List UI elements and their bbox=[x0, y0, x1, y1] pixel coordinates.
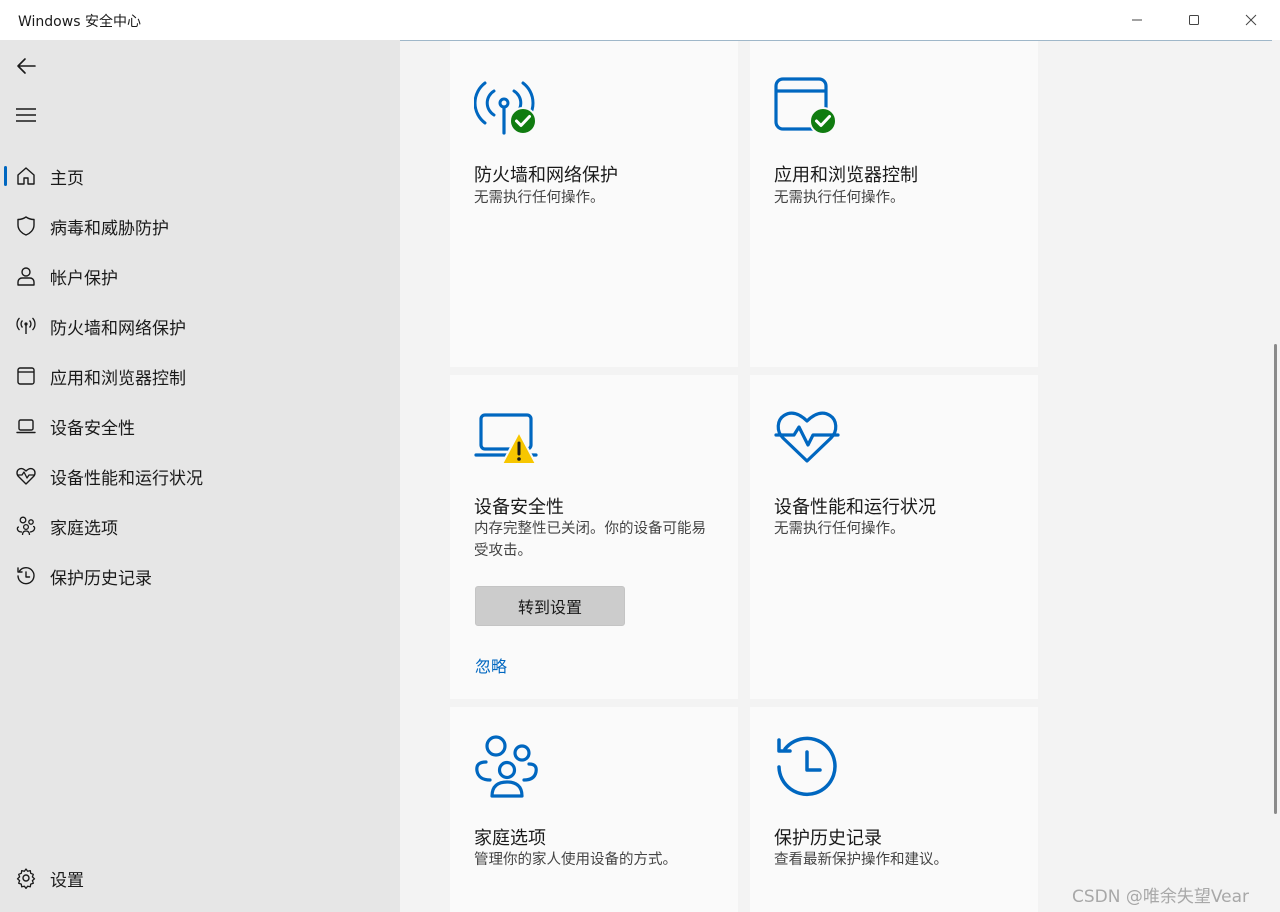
shield-icon bbox=[14, 214, 38, 238]
card-title: 应用和浏览器控制 bbox=[774, 165, 918, 186]
card-title: 设备性能和运行状况 bbox=[774, 497, 936, 518]
family-icon bbox=[14, 514, 38, 538]
card-description: 无需执行任何操作。 bbox=[774, 190, 905, 206]
sidebar-item-label: 家庭选项 bbox=[50, 518, 118, 539]
family-icon bbox=[475, 735, 538, 798]
history-icon bbox=[777, 736, 837, 797]
card-family-options[interactable]: 家庭选项 管理你的家人使用设备的方式。 bbox=[450, 707, 738, 912]
sidebar-item-device-performance[interactable]: 设备性能和运行状况 bbox=[4, 454, 396, 498]
watermark: CSDN @唯余失望Vear bbox=[1072, 887, 1250, 907]
sidebar-item-label: 帐户保护 bbox=[50, 268, 118, 289]
card-description: 无需执行任何操作。 bbox=[774, 521, 905, 537]
window-title: Windows 安全中心 bbox=[18, 14, 141, 30]
app-window-check-icon bbox=[774, 77, 837, 135]
scrollbar-thumb[interactable] bbox=[1274, 344, 1277, 814]
card-app-browser-control[interactable]: 应用和浏览器控制 无需执行任何操作。 bbox=[750, 41, 1038, 367]
sidebar-item-app-browser-control[interactable]: 应用和浏览器控制 bbox=[4, 354, 396, 398]
vertical-scrollbar[interactable] bbox=[1272, 40, 1280, 912]
main-content: 防火墙和网络保护 无需执行任何操作。 应用和浏览器控制 无需执行任何操作。 设备… bbox=[400, 40, 1272, 912]
card-title: 家庭选项 bbox=[474, 828, 546, 849]
maximize-button[interactable] bbox=[1165, 0, 1222, 40]
card-description: 查看最新保护操作和建议。 bbox=[774, 852, 948, 868]
selected-indicator bbox=[4, 166, 7, 186]
sidebar-item-virus-protection[interactable]: 病毒和威胁防护 bbox=[4, 204, 396, 248]
card-protection-history[interactable]: 保护历史记录 查看最新保护操作和建议。 bbox=[750, 707, 1038, 912]
back-button[interactable] bbox=[8, 48, 44, 84]
home-icon bbox=[14, 164, 38, 188]
sidebar-item-account-protection[interactable]: 帐户保护 bbox=[4, 254, 396, 298]
settings-label: 设置 bbox=[50, 870, 84, 891]
close-button[interactable] bbox=[1222, 0, 1279, 40]
heart-pulse-icon bbox=[774, 411, 840, 463]
person-icon bbox=[14, 264, 38, 288]
hamburger-icon bbox=[16, 108, 36, 122]
sidebar-item-device-security[interactable]: 设备安全性 bbox=[4, 404, 396, 448]
sidebar-item-label: 设备性能和运行状况 bbox=[50, 468, 203, 489]
card-device-performance[interactable]: 设备性能和运行状况 无需执行任何操作。 bbox=[750, 375, 1038, 699]
maximize-icon bbox=[1188, 15, 1199, 25]
card-description: 管理你的家人使用设备的方式。 bbox=[474, 852, 677, 868]
dismiss-link[interactable]: 忽略 bbox=[475, 653, 507, 677]
antenna-icon bbox=[14, 314, 38, 338]
sidebar-item-label: 应用和浏览器控制 bbox=[50, 368, 186, 389]
gear-icon bbox=[14, 866, 38, 890]
menu-button[interactable] bbox=[8, 97, 44, 133]
sidebar-item-label: 设备安全性 bbox=[50, 418, 135, 439]
laptop-icon bbox=[14, 414, 38, 438]
sidebar-item-label: 病毒和威胁防护 bbox=[50, 218, 169, 239]
app-window-icon bbox=[14, 364, 38, 388]
go-to-settings-button[interactable]: 转到设置 bbox=[475, 586, 625, 626]
sidebar-item-label: 保护历史记录 bbox=[50, 568, 152, 589]
laptop-warning-icon bbox=[474, 413, 538, 465]
title-bar: Windows 安全中心 bbox=[0, 0, 1280, 40]
sidebar-item-label: 防火墙和网络保护 bbox=[50, 318, 186, 339]
sidebar-item-protection-history[interactable]: 保护历史记录 bbox=[4, 554, 396, 598]
sidebar-item-label: 主页 bbox=[50, 168, 84, 189]
card-description: 无需执行任何操作。 bbox=[474, 190, 605, 206]
card-title: 防火墙和网络保护 bbox=[474, 165, 618, 186]
history-icon bbox=[14, 564, 38, 588]
card-title: 设备安全性 bbox=[474, 497, 564, 518]
sidebar-item-family-options[interactable]: 家庭选项 bbox=[4, 504, 396, 548]
card-device-security[interactable]: 设备安全性 内存完整性已关闭。你的设备可能易受攻击。 转到设置 忽略 bbox=[450, 375, 738, 699]
card-firewall[interactable]: 防火墙和网络保护 无需执行任何操作。 bbox=[450, 41, 738, 367]
close-icon bbox=[1245, 14, 1256, 26]
sidebar: 主页 病毒和威胁防护 帐户保护 防火墙和网络保护 应用和浏览器控制 设备安全性 bbox=[0, 40, 400, 912]
minimize-icon bbox=[1131, 19, 1142, 21]
minimize-button[interactable] bbox=[1108, 0, 1165, 40]
card-title: 保护历史记录 bbox=[774, 828, 882, 849]
antenna-check-icon bbox=[474, 81, 537, 135]
sidebar-item-firewall[interactable]: 防火墙和网络保护 bbox=[4, 304, 396, 348]
card-description: 内存完整性已关闭。你的设备可能易受攻击。 bbox=[474, 521, 706, 559]
heart-pulse-icon bbox=[14, 464, 38, 488]
sidebar-item-home[interactable]: 主页 bbox=[4, 154, 396, 198]
back-arrow-icon bbox=[17, 58, 36, 74]
sidebar-item-settings[interactable]: 设置 bbox=[4, 856, 396, 900]
